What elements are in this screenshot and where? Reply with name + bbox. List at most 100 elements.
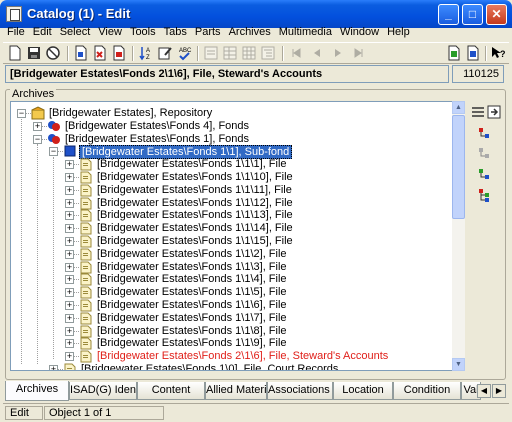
tree-node[interactable]: + [Bridgewater Estates\Fonds 1\1\4], File [11, 273, 451, 286]
expand-icon[interactable]: + [65, 313, 74, 323]
tree-node-label[interactable]: [Bridgewater Estates\Fonds 1\1\9], File [95, 337, 289, 350]
tree-node-label[interactable]: [Bridgewater Estates\Fonds 1\1\14], File [95, 222, 295, 235]
tree-node[interactable]: + [Bridgewater Estates\Fonds 1\1\14], Fil… [11, 222, 451, 235]
expand-icon[interactable]: + [65, 262, 74, 272]
tab-archives[interactable]: Archives [5, 381, 69, 401]
tree-node-label[interactable]: [Bridgewater Estates\Fonds 1\1\15], File [95, 235, 295, 248]
menu-edit[interactable]: Edit [29, 23, 56, 42]
delete-record-icon[interactable] [92, 45, 110, 62]
new-document-icon[interactable] [7, 45, 25, 62]
help-pointer-icon[interactable]: ? [490, 45, 508, 62]
first-record-icon[interactable] [288, 45, 306, 62]
tree-node[interactable]: + [Bridgewater Estates\Fonds 1\1\1], File [11, 158, 451, 171]
collapse-icon[interactable]: − [33, 134, 42, 144]
tree-node[interactable]: + [Bridgewater Estates\Fonds 1\1\3], File [11, 261, 451, 274]
expand-icon[interactable]: + [65, 288, 74, 298]
archives-tree[interactable]: − [Bridgewater Estates], Repository + [Brid… [10, 101, 465, 371]
menu-tools[interactable]: Tools [126, 23, 160, 42]
tree-node[interactable]: + [Bridgewater Estates\Fonds 1\1\13], Fil… [11, 209, 451, 222]
next-record-icon[interactable] [330, 45, 348, 62]
form-view-icon[interactable] [203, 45, 221, 62]
copy-record-icon[interactable] [73, 45, 91, 62]
spellcheck-icon[interactable]: ABC [176, 45, 194, 62]
menu-window[interactable]: Window [336, 23, 383, 42]
tab-allied-materials[interactable]: Allied Materials [205, 382, 267, 400]
tree-node-label[interactable]: [Bridgewater Estates\Fonds 1\1\1], File [95, 158, 289, 171]
tab-content[interactable]: Content [137, 382, 205, 400]
tree-node[interactable]: − [Bridgewater Estates], Repository [11, 106, 451, 120]
expand-icon[interactable]: + [65, 160, 74, 170]
tree-node[interactable]: + [Bridgewater Estates\Fonds 1\1\8], File [11, 325, 451, 338]
tree-node[interactable]: − [Bridgewater Estates\Fonds 1], Fonds [11, 133, 451, 146]
expand-icon[interactable]: + [49, 365, 58, 370]
tree-scrollbar[interactable]: ▲ ▼ [452, 101, 465, 371]
scroll-down-button[interactable]: ▼ [452, 358, 465, 371]
tree-node[interactable]: + [Bridgewater Estates\Fonds 1\1\12], Fil… [11, 197, 451, 210]
move-up-hierarchy-icon[interactable] [476, 126, 492, 142]
menu-tabs[interactable]: Tabs [160, 23, 191, 42]
tab-scroll-right-button[interactable]: ▶ [492, 384, 506, 398]
expand-icon[interactable]: + [65, 352, 74, 362]
hierarchy-icon[interactable] [476, 187, 492, 203]
close-button[interactable]: ✕ [486, 4, 507, 25]
expand-icon[interactable]: + [65, 224, 74, 234]
menu-file[interactable]: File [3, 23, 29, 42]
app-icon[interactable] [6, 6, 22, 22]
tab-location[interactable]: Location [333, 382, 393, 400]
list-icon[interactable] [470, 104, 486, 120]
tab-condition[interactable]: Condition [393, 382, 461, 400]
last-record-icon[interactable] [351, 45, 369, 62]
expand-icon[interactable]: + [65, 211, 74, 221]
expand-icon[interactable]: + [65, 275, 74, 285]
expand-icon[interactable]: + [65, 326, 74, 336]
tree-node-label[interactable]: [Bridgewater Estates\Fonds 4], Fonds [63, 120, 251, 133]
collapse-icon[interactable]: − [49, 147, 58, 157]
tree-node-label[interactable]: [Bridgewater Estates\Fonds 1\1\7], File [95, 312, 289, 325]
tree-node-label[interactable]: [Bridgewater Estates\Fonds 1\1\13], File [95, 209, 295, 222]
menu-multimedia[interactable]: Multimedia [275, 23, 336, 42]
tree-node[interactable]: + [Bridgewater Estates\Fonds 1\1\5], File [11, 286, 451, 299]
tree-node[interactable]: + [Bridgewater Estates\Fonds 1\1\7], File [11, 312, 451, 325]
stop-icon[interactable] [45, 45, 63, 62]
go-to-record-icon[interactable] [486, 104, 502, 120]
expand-icon[interactable]: + [65, 237, 74, 246]
tree-node-label[interactable]: [Bridgewater Estates\Fonds 1\0], File, C… [79, 363, 340, 370]
menu-view[interactable]: View [94, 23, 126, 42]
tab-scroll-left-button[interactable]: ◀ [477, 384, 491, 398]
expand-icon[interactable]: + [33, 121, 42, 131]
menu-select[interactable]: Select [56, 23, 95, 42]
expand-icon[interactable]: + [65, 249, 74, 259]
scroll-up-button[interactable]: ▲ [452, 101, 465, 114]
maximize-button[interactable]: □ [462, 4, 483, 25]
tree-node-label[interactable]: [Bridgewater Estates\Fonds 1\1\12], File [95, 197, 295, 210]
menu-help[interactable]: Help [383, 23, 414, 42]
tree-node-label[interactable]: [Bridgewater Estates\Fonds 1\1\6], File [95, 299, 289, 312]
tree-view-icon[interactable] [260, 45, 278, 62]
tree-node-label[interactable]: [Bridgewater Estates\Fonds 1\1\3], File [95, 261, 289, 274]
expand-icon[interactable]: + [65, 198, 74, 208]
tree-node[interactable]: + [Bridgewater Estates\Fonds 1\0], File, … [11, 363, 451, 370]
tab-isad-g-identity[interactable]: ISAD(G) Identity [69, 382, 137, 400]
tree-node[interactable]: + [Bridgewater Estates\Fonds 1\1\6], File [11, 299, 451, 312]
tree-node[interactable]: + [Bridgewater Estates\Fonds 2\1\6], File… [11, 350, 451, 363]
tree-node-label[interactable]: [Bridgewater Estates\Fonds 1\1\10], File [95, 171, 295, 184]
expand-icon[interactable]: + [65, 339, 74, 349]
scroll-thumb[interactable] [452, 115, 465, 219]
tag-record-icon[interactable] [111, 45, 129, 62]
move-level-icon[interactable] [476, 146, 492, 162]
grid-view-icon[interactable] [241, 45, 259, 62]
list-view-icon[interactable] [222, 45, 240, 62]
tree-node[interactable]: + [Bridgewater Estates\Fonds 1\1\2], File [11, 248, 451, 261]
tree-node-label[interactable]: [Bridgewater Estates], Repository [47, 107, 214, 120]
tree-node[interactable]: + [Bridgewater Estates\Fonds 1\1\9], File [11, 337, 451, 350]
edit-field-icon[interactable] [157, 45, 175, 62]
save-icon[interactable] [26, 45, 44, 62]
collapse-icon[interactable]: − [17, 109, 26, 118]
tab-associations-1[interactable]: Associations (1) [267, 382, 333, 400]
report-icon[interactable] [465, 45, 483, 62]
tree-node-label[interactable]: [Bridgewater Estates\Fonds 1\1\11], File [95, 184, 294, 197]
tree-node-label[interactable]: [Bridgewater Estates\Fonds 1\1\8], File [95, 325, 289, 338]
previous-record-icon[interactable] [309, 45, 327, 62]
tree-node[interactable]: + [Bridgewater Estates\Fonds 1\1\11], Fil… [11, 184, 451, 197]
sort-icon[interactable]: AZ [138, 45, 156, 62]
